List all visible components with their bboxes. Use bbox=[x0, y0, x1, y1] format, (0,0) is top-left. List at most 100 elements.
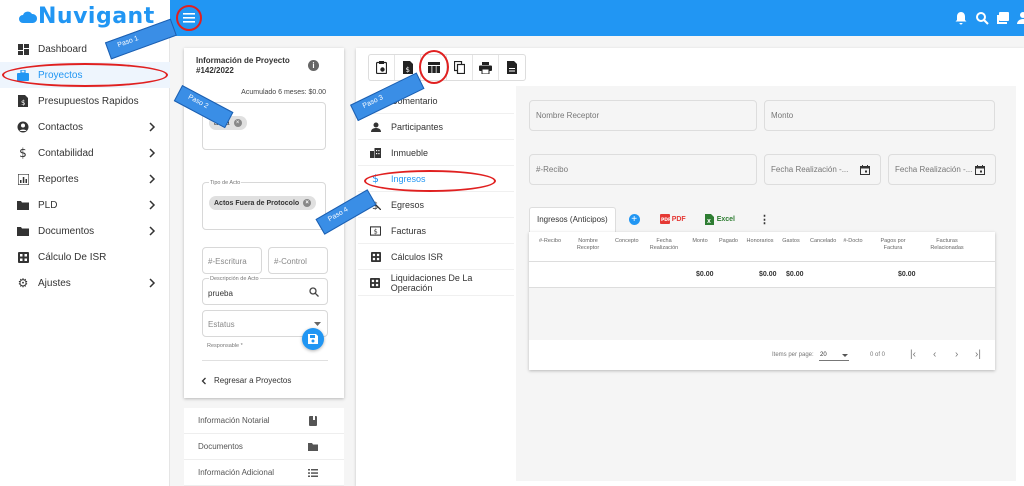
descripcion-label: Descripción de Acto bbox=[209, 276, 260, 282]
column-header[interactable]: Facturas Relacionadas bbox=[923, 238, 971, 252]
column-header[interactable]: #-Recibo bbox=[539, 238, 561, 245]
fecha-realizacion-start-input[interactable]: Fecha Realización -... bbox=[764, 154, 881, 185]
more-vert-icon[interactable]: ⋮ bbox=[759, 213, 770, 226]
tab-ingresos-anticipos[interactable]: Ingresos (Anticipos) bbox=[529, 206, 616, 232]
column-header[interactable]: Monto bbox=[692, 238, 708, 245]
total-gastos: $0.00 bbox=[786, 271, 804, 278]
column-header[interactable]: Pagos por Factura bbox=[873, 238, 913, 252]
ingresos-tabs-row: Ingresos (Anticipos) + PDF PDF X Excel ⋮ bbox=[529, 206, 770, 232]
sidebar-item-documentos[interactable]: Documentos bbox=[0, 218, 170, 244]
svg-text:$: $ bbox=[374, 227, 378, 235]
save-button[interactable] bbox=[302, 328, 324, 350]
sidebar: Dashboard Proyectos $ Presupuestos Rapid… bbox=[0, 36, 170, 486]
sidebar-item-calculo-isr[interactable]: Cálculo De ISR bbox=[0, 244, 170, 270]
book-icon bbox=[309, 416, 317, 426]
remove-chip-icon[interactable]: × bbox=[233, 119, 242, 127]
dashboard-icon bbox=[17, 43, 29, 55]
menu-item-liquidaciones[interactable]: Liquidaciones De La Operación bbox=[358, 270, 514, 296]
descripcion-input[interactable]: Descripción de Acto prueba bbox=[202, 276, 328, 305]
sub-card-informacion-notarial[interactable]: Información Notarial bbox=[184, 408, 344, 434]
sidebar-item-contabilidad[interactable]: $ Contabilidad bbox=[0, 140, 170, 166]
control-input[interactable]: #-Control bbox=[268, 247, 328, 274]
document-icon bbox=[507, 61, 517, 74]
calendar-icon[interactable] bbox=[860, 165, 870, 175]
search-icon[interactable] bbox=[975, 11, 989, 25]
fecha-start-placeholder: Fecha Realización -... bbox=[771, 165, 849, 174]
tipo-acto-chip[interactable]: Actos Fuera de Protocolo × bbox=[209, 196, 317, 210]
folder-icon bbox=[308, 443, 318, 451]
column-header[interactable]: Pagado bbox=[719, 238, 738, 245]
sidebar-item-reportes[interactable]: Reportes bbox=[0, 166, 170, 192]
calendar-icon[interactable] bbox=[975, 165, 985, 175]
next-page-icon[interactable]: › bbox=[955, 349, 958, 360]
recibo-input[interactable]: #-Recibo bbox=[529, 154, 757, 185]
search-icon[interactable] bbox=[309, 287, 319, 297]
sidebar-item-label: Contabilidad bbox=[38, 147, 94, 159]
hamburger-icon bbox=[183, 13, 195, 23]
toolbar-button-clipboard[interactable] bbox=[369, 55, 395, 80]
table-icon bbox=[427, 62, 440, 73]
previous-page-icon[interactable]: ‹ bbox=[933, 349, 936, 360]
sidebar-item-contactos[interactable]: Contactos bbox=[0, 114, 170, 140]
tipo-acto-label: Tipo de Acto bbox=[209, 180, 242, 186]
file-dollar-icon: $ bbox=[402, 61, 413, 74]
escritura-placeholder: #-Escritura bbox=[208, 257, 247, 266]
menu-item-calculos-isr[interactable]: Cálculos ISR bbox=[358, 244, 514, 270]
sub-card-informacion-adicional[interactable]: Información Adicional bbox=[184, 460, 344, 486]
back-to-projects-link[interactable]: Regresar a Proyectos bbox=[200, 376, 291, 385]
column-header[interactable]: Honorarios bbox=[745, 238, 775, 245]
export-pdf-button[interactable]: PDF PDF bbox=[659, 214, 686, 224]
column-header[interactable]: Fecha Realización bbox=[645, 238, 683, 252]
folder-icon bbox=[17, 225, 29, 237]
menu-item-egresos[interactable]: $ Egresos bbox=[358, 192, 514, 218]
sidebar-item-ajustes[interactable]: ⚙ Ajustes bbox=[0, 270, 170, 296]
items-per-page-select[interactable]: 20 bbox=[819, 350, 849, 361]
info-icon[interactable]: i bbox=[308, 60, 319, 71]
column-header[interactable]: Concepto bbox=[615, 238, 639, 245]
menu-item-participantes[interactable]: Participantes bbox=[358, 114, 514, 140]
chevron-left-icon bbox=[201, 377, 206, 384]
chevron-right-icon bbox=[149, 278, 156, 288]
svg-text:X: X bbox=[707, 219, 711, 225]
menu-item-label: Liquidaciones De La Operación bbox=[390, 272, 473, 293]
nombre-receptor-input[interactable]: Nombre Receptor bbox=[529, 100, 757, 131]
sub-card-documentos[interactable]: Documentos bbox=[184, 434, 344, 460]
escritura-input[interactable]: #-Escritura bbox=[202, 247, 262, 274]
chevron-right-icon bbox=[149, 174, 156, 184]
monto-input[interactable]: Monto bbox=[764, 100, 995, 131]
column-header[interactable]: #-Docto bbox=[842, 238, 864, 245]
fecha-end-placeholder: Fecha Realización -... bbox=[895, 165, 973, 174]
column-header[interactable]: Nombre Receptor bbox=[572, 238, 604, 252]
toolbar-button-table[interactable] bbox=[419, 50, 449, 84]
menu-item-label: Participantes bbox=[391, 121, 444, 132]
remove-chip-icon[interactable]: × bbox=[303, 199, 312, 207]
project-title: Información de Proyecto bbox=[196, 56, 290, 65]
column-header[interactable]: Cancelado bbox=[810, 238, 836, 245]
empty-table-body bbox=[529, 288, 995, 340]
export-excel-button[interactable]: X Excel bbox=[704, 213, 735, 225]
menu-item-label: Egresos bbox=[391, 199, 425, 210]
chevron-right-icon bbox=[149, 200, 156, 210]
last-page-icon[interactable]: ›| bbox=[975, 349, 981, 360]
add-icon[interactable]: + bbox=[628, 213, 640, 225]
library-icon[interactable] bbox=[996, 11, 1010, 25]
toolbar-button-print[interactable] bbox=[473, 55, 499, 80]
nombre-receptor-placeholder: Nombre Receptor bbox=[536, 111, 600, 120]
menu-item-facturas[interactable]: $ Facturas bbox=[358, 218, 514, 244]
bell-icon[interactable] bbox=[954, 11, 968, 25]
toolbar-button-copy[interactable] bbox=[447, 55, 473, 80]
column-header[interactable]: Gastos bbox=[782, 238, 800, 245]
ingresos-table: #-Recibo Nombre Receptor Concepto Fecha … bbox=[529, 232, 995, 370]
first-page-icon[interactable]: |‹ bbox=[910, 349, 916, 360]
chevron-right-icon bbox=[149, 226, 156, 236]
account-icon[interactable] bbox=[1016, 11, 1024, 25]
sidebar-item-pld[interactable]: PLD bbox=[0, 192, 170, 218]
tipo-acto-field[interactable]: Tipo de Acto Actos Fuera de Protocolo × bbox=[202, 180, 326, 230]
total-monto: $0.00 bbox=[696, 271, 714, 278]
toolbar-button-document[interactable] bbox=[499, 55, 525, 80]
svg-text:PDF: PDF bbox=[661, 217, 670, 223]
menu-item-inmueble[interactable]: Inmueble bbox=[358, 140, 514, 166]
menu-toggle-button[interactable] bbox=[176, 5, 202, 31]
fecha-realizacion-end-input[interactable]: Fecha Realización -... bbox=[888, 154, 996, 185]
sidebar-item-presupuestos[interactable]: $ Presupuestos Rapidos bbox=[0, 88, 170, 114]
